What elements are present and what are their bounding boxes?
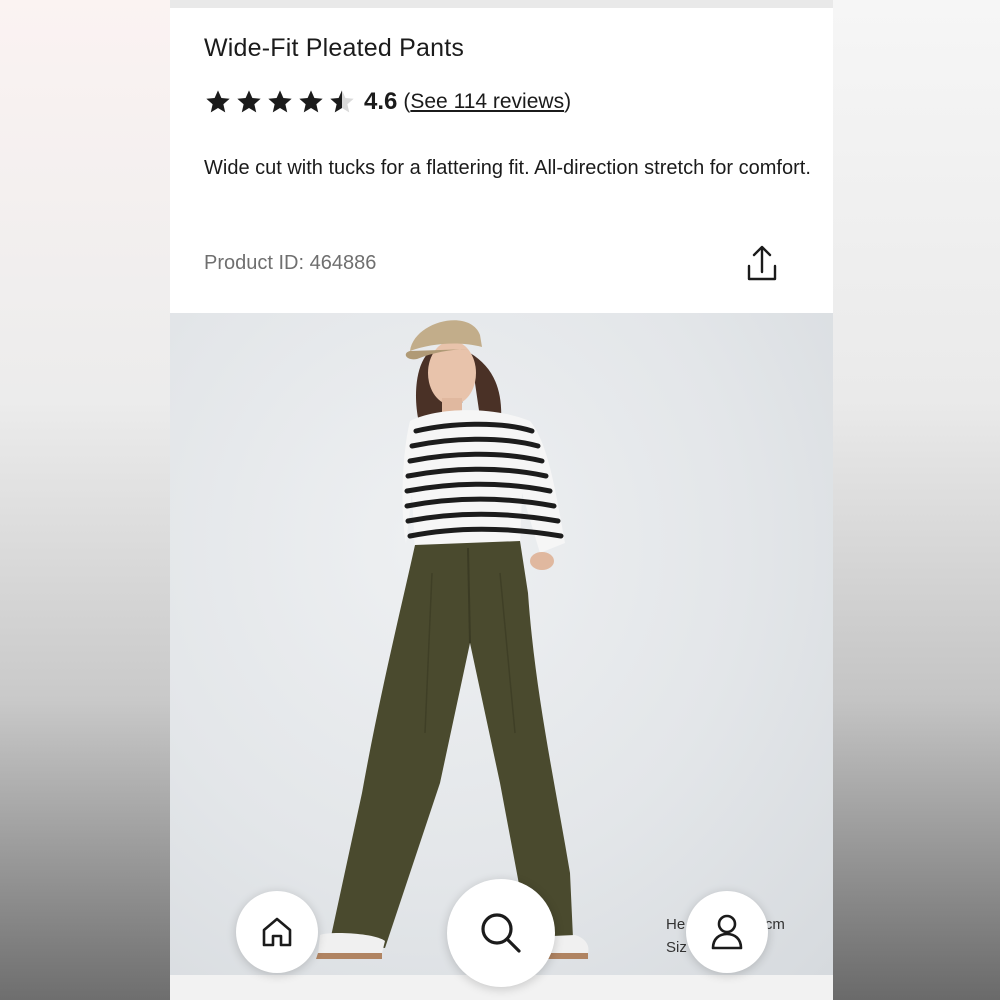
product-description: Wide cut with tucks for a flattering fit… — [204, 157, 811, 179]
home-button[interactable] — [236, 891, 318, 973]
product-title: Wide-Fit Pleated Pants — [204, 34, 465, 62]
home-icon — [262, 917, 292, 947]
search-icon — [481, 913, 521, 953]
model-illustration — [316, 320, 589, 959]
reviews-link-label: See 114 reviews — [410, 90, 565, 113]
star-full-icon — [268, 90, 292, 113]
star-full-icon — [299, 90, 323, 113]
model-size-label: Siz — [666, 939, 687, 956]
model-height-label: He — [666, 916, 686, 933]
star-full-icon — [206, 90, 230, 113]
rating-row: 4.6 (See 114 reviews) — [204, 88, 571, 116]
right-backdrop — [833, 0, 1000, 1000]
product-info-card: Wide-Fit Pleated Pants 4.6 (See 114 revi… — [170, 8, 833, 313]
left-backdrop — [0, 0, 170, 1000]
account-icon — [711, 914, 743, 950]
share-icon[interactable] — [742, 242, 782, 286]
star-half-icon — [330, 90, 354, 113]
product-photo: He70cm Siz — [170, 313, 833, 975]
star-full-icon — [237, 90, 261, 113]
star-rating — [204, 88, 356, 116]
search-button[interactable] — [447, 879, 555, 987]
rating-value: 4.6 — [364, 88, 398, 115]
reviews-link[interactable]: (See 114 reviews) — [403, 90, 571, 114]
top-divider — [170, 0, 833, 8]
product-id: Product ID: 464886 — [204, 252, 377, 274]
account-button[interactable] — [686, 891, 768, 973]
